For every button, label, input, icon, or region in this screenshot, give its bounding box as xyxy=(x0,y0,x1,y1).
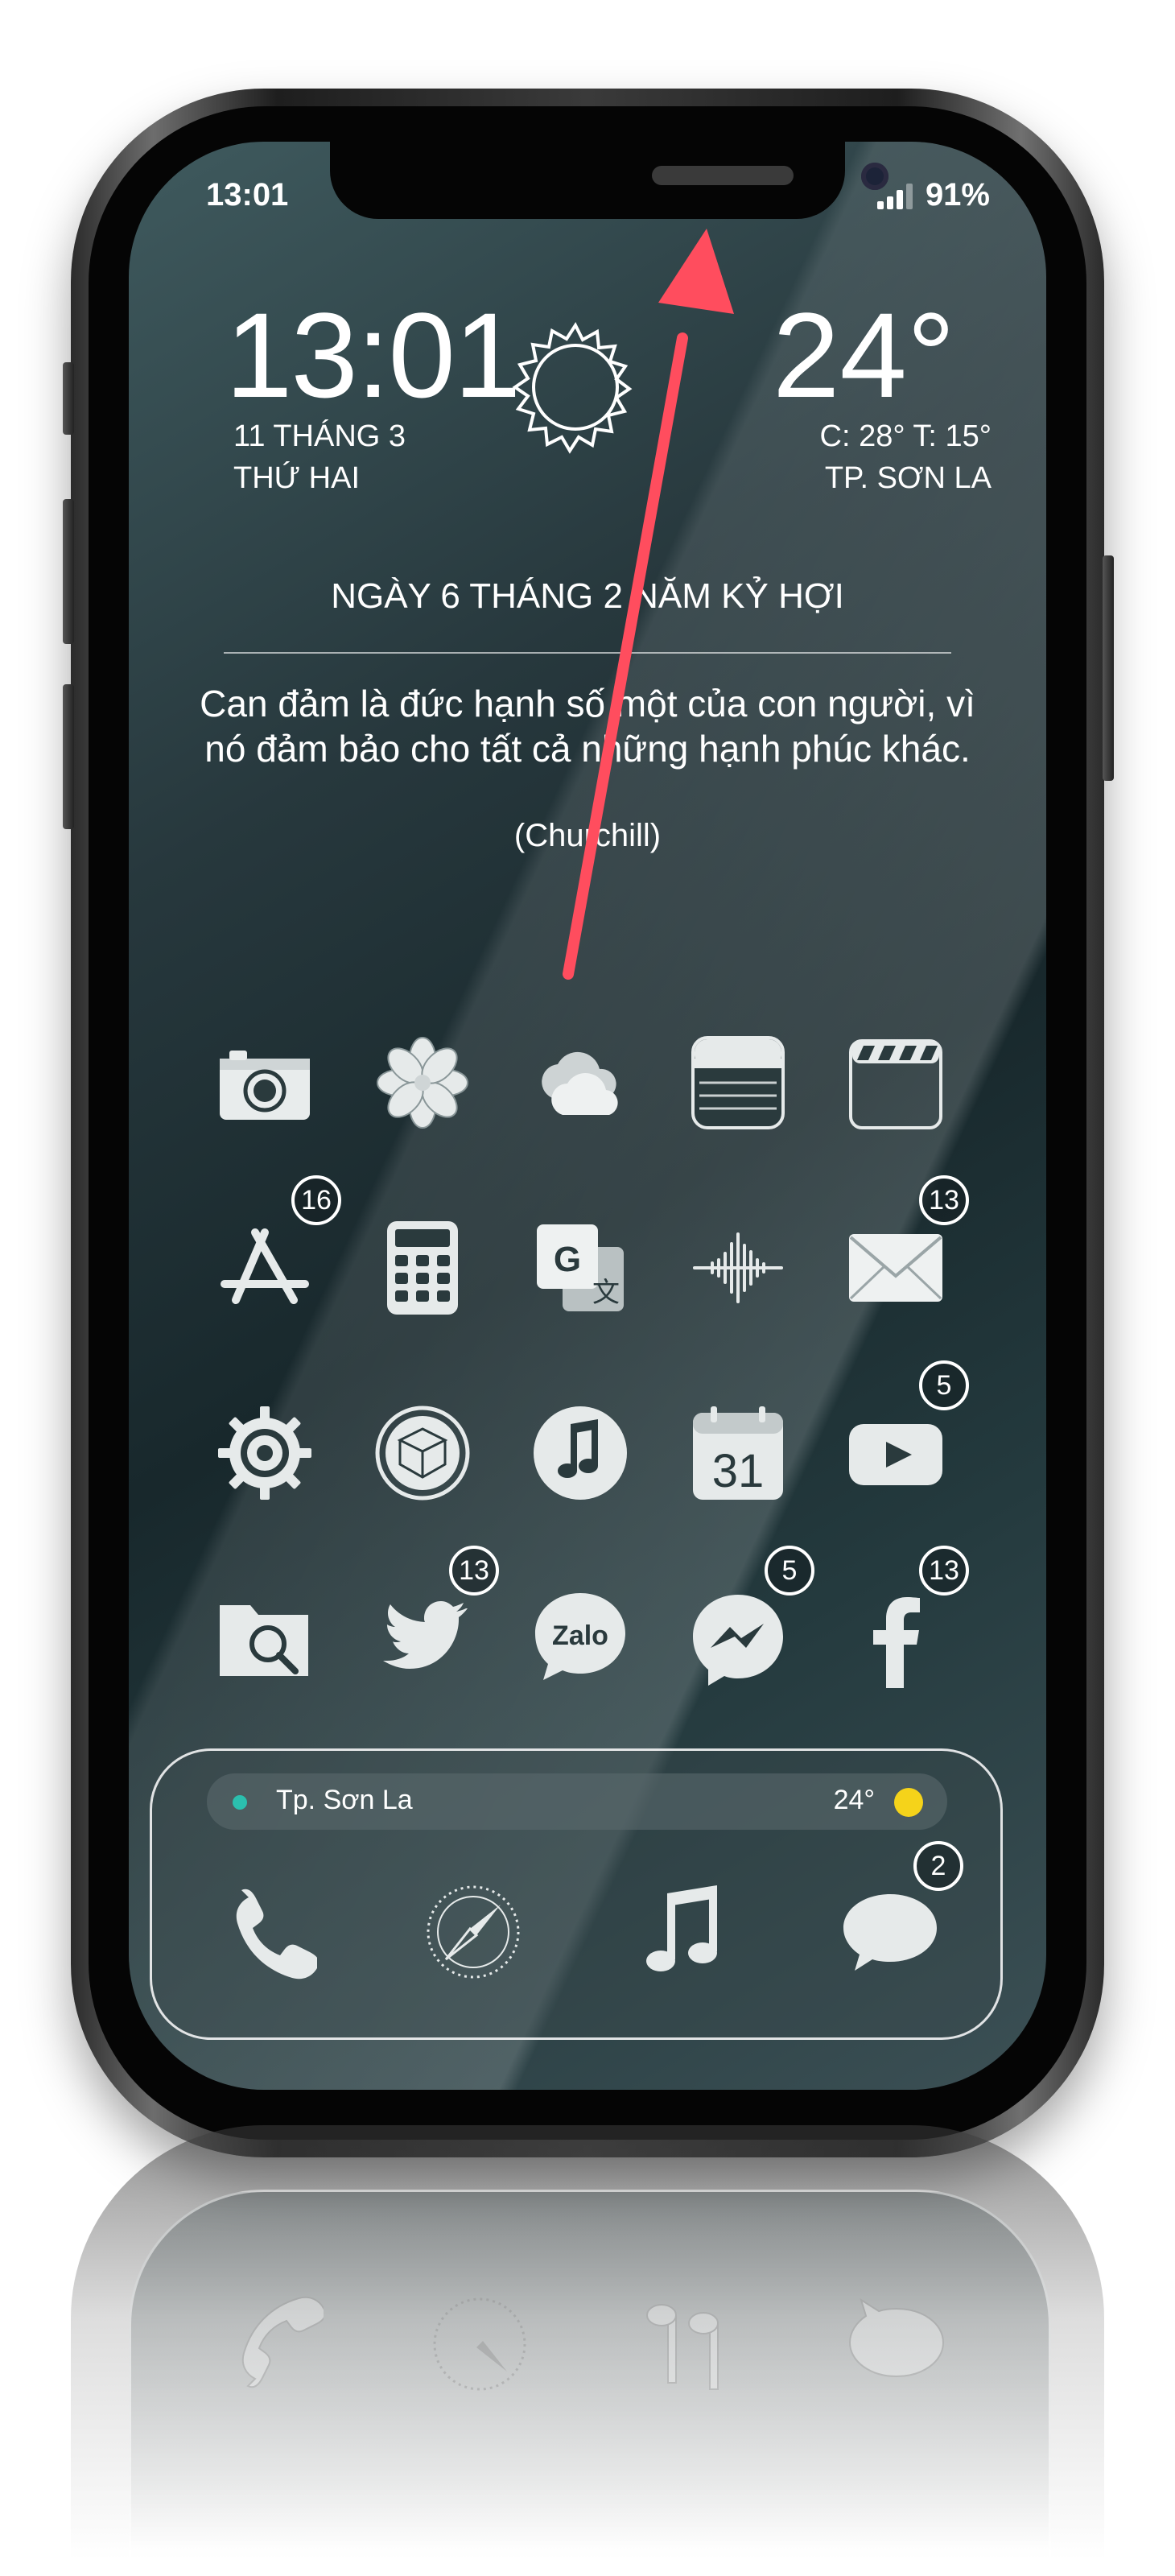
messenger-icon xyxy=(693,1595,783,1686)
app-files[interactable] xyxy=(212,1586,317,1690)
badge-twitter: 13 xyxy=(449,1546,499,1596)
calendar-day: 31 xyxy=(712,1445,765,1497)
gear-icon xyxy=(218,1406,311,1500)
badge-messages: 2 xyxy=(913,1841,963,1891)
calculator-icon xyxy=(387,1221,458,1315)
sun-icon xyxy=(512,321,633,454)
svg-text:文: 文 xyxy=(592,1277,620,1309)
lunar-date: NGÀY 6 THÁNG 2 NĂM KỶ HỢI xyxy=(331,576,844,616)
calendar-icon: 31 xyxy=(693,1406,783,1500)
status-time: 13:01 xyxy=(206,177,289,213)
phone-icon xyxy=(241,2296,324,2388)
widget-date-day: 11 THÁNG 3 xyxy=(233,419,406,453)
badge-messenger: 5 xyxy=(765,1546,814,1596)
app-store-icon xyxy=(221,1228,309,1304)
phone-reflection xyxy=(71,2125,1104,2576)
camera-icon xyxy=(220,1051,310,1120)
bird-icon xyxy=(383,1601,468,1669)
music-note-icon xyxy=(534,1406,627,1500)
dock-safari[interactable] xyxy=(421,1880,526,1984)
widget-date: 11 THÁNG 3 THỨ HAI xyxy=(233,415,406,499)
badge-mail: 13 xyxy=(919,1175,969,1225)
battery-percent: 91% xyxy=(925,177,990,213)
svg-text:G: G xyxy=(554,1240,581,1279)
play-icon xyxy=(849,1424,942,1485)
dock-phone[interactable] xyxy=(215,1880,320,1984)
widget-weekday: THỨ HAI xyxy=(233,461,361,495)
silent-switch xyxy=(63,362,74,435)
quote-line-1: Can đảm là đức hạnh số một của con người… xyxy=(200,683,975,724)
phone-icon xyxy=(236,1889,317,1979)
app-facebook[interactable] xyxy=(843,1586,948,1690)
mail-icon xyxy=(849,1234,942,1302)
app-app-store[interactable] xyxy=(212,1216,317,1320)
app-weather[interactable] xyxy=(528,1030,633,1135)
home-screen: 13:01 91% 13:01 11 THÁNG 3 THỨ HAI 24° C… xyxy=(129,142,1046,2090)
weather-pill[interactable]: Tp. Sơn La 24° xyxy=(207,1773,947,1830)
power-button xyxy=(1103,555,1114,781)
weather-pill-temp: 24° xyxy=(833,1785,875,1815)
weather-pill-city: Tp. Sơn La xyxy=(276,1785,413,1815)
quote: Can đảm là đức hạnh số một của con người… xyxy=(177,681,998,771)
dock-messages[interactable] xyxy=(838,1880,942,1984)
photos-flower-icon xyxy=(377,1037,468,1129)
status-indicators: 91% xyxy=(876,177,990,213)
app-voice-memos[interactable] xyxy=(686,1216,790,1320)
badge-youtube: 5 xyxy=(919,1360,969,1410)
app-youtube[interactable] xyxy=(843,1401,948,1505)
widget-minmax: C: 28° T: 15° xyxy=(819,419,992,453)
volume-up-button xyxy=(63,499,74,644)
sun-dot-icon xyxy=(894,1788,923,1817)
app-notes[interactable] xyxy=(686,1030,790,1135)
widget-time: 13:01 xyxy=(225,287,521,423)
music-note-icon xyxy=(646,1885,717,1971)
app-videos[interactable] xyxy=(843,1030,948,1135)
compass-icon xyxy=(433,2297,526,2391)
app-settings[interactable] xyxy=(212,1401,317,1505)
app-calendar[interactable]: 31 xyxy=(686,1401,790,1505)
speech-bubble-icon xyxy=(848,2297,945,2378)
widget-divider xyxy=(224,652,951,654)
notch xyxy=(330,142,888,219)
app-mail[interactable] xyxy=(843,1216,948,1320)
widget-weather-detail: C: 28° T: 15° TP. SƠN LA xyxy=(726,415,992,499)
app-photos[interactable] xyxy=(370,1030,475,1135)
widget-city: TP. SƠN LA xyxy=(824,461,992,495)
signal-icon xyxy=(876,182,913,209)
app-cydia[interactable] xyxy=(370,1401,475,1505)
app-zalo[interactable]: Zalo xyxy=(528,1586,633,1690)
location-dot xyxy=(233,1795,247,1810)
facebook-f-icon xyxy=(873,1597,920,1688)
waveform-icon xyxy=(693,1232,783,1303)
compass-icon xyxy=(427,1885,520,1979)
app-music[interactable] xyxy=(528,1401,633,1505)
zalo-icon: Zalo xyxy=(535,1593,625,1680)
badge-app-store: 16 xyxy=(291,1175,341,1225)
app-messenger[interactable] xyxy=(686,1586,790,1690)
clapperboard-icon xyxy=(849,1039,942,1129)
notes-icon xyxy=(691,1036,785,1129)
app-calculator[interactable] xyxy=(370,1216,475,1320)
volume-down-button xyxy=(63,684,74,829)
music-note-icon xyxy=(646,2304,719,2390)
dock: Tp. Sơn La 24° 2 xyxy=(150,1748,1003,2040)
cydia-box-icon xyxy=(375,1406,470,1501)
widget-temperature: 24° xyxy=(773,287,955,423)
app-translate[interactable]: G 文 xyxy=(528,1216,633,1320)
badge-facebook: 13 xyxy=(919,1546,969,1596)
speech-bubble-icon xyxy=(843,1894,937,1971)
earpiece-speaker xyxy=(652,166,794,185)
translate-icon: G 文 xyxy=(537,1224,624,1311)
quote-author: (Churchill) xyxy=(513,818,662,853)
folder-search-icon xyxy=(220,1605,308,1676)
cloud-icon xyxy=(542,1051,618,1115)
quote-line-2: nó đảm bảo cho tất cả những hạnh phúc kh… xyxy=(204,728,971,770)
app-twitter[interactable] xyxy=(370,1586,475,1690)
dock-music[interactable] xyxy=(632,1880,736,1984)
zalo-label: Zalo xyxy=(552,1620,608,1651)
app-camera[interactable] xyxy=(212,1030,317,1135)
